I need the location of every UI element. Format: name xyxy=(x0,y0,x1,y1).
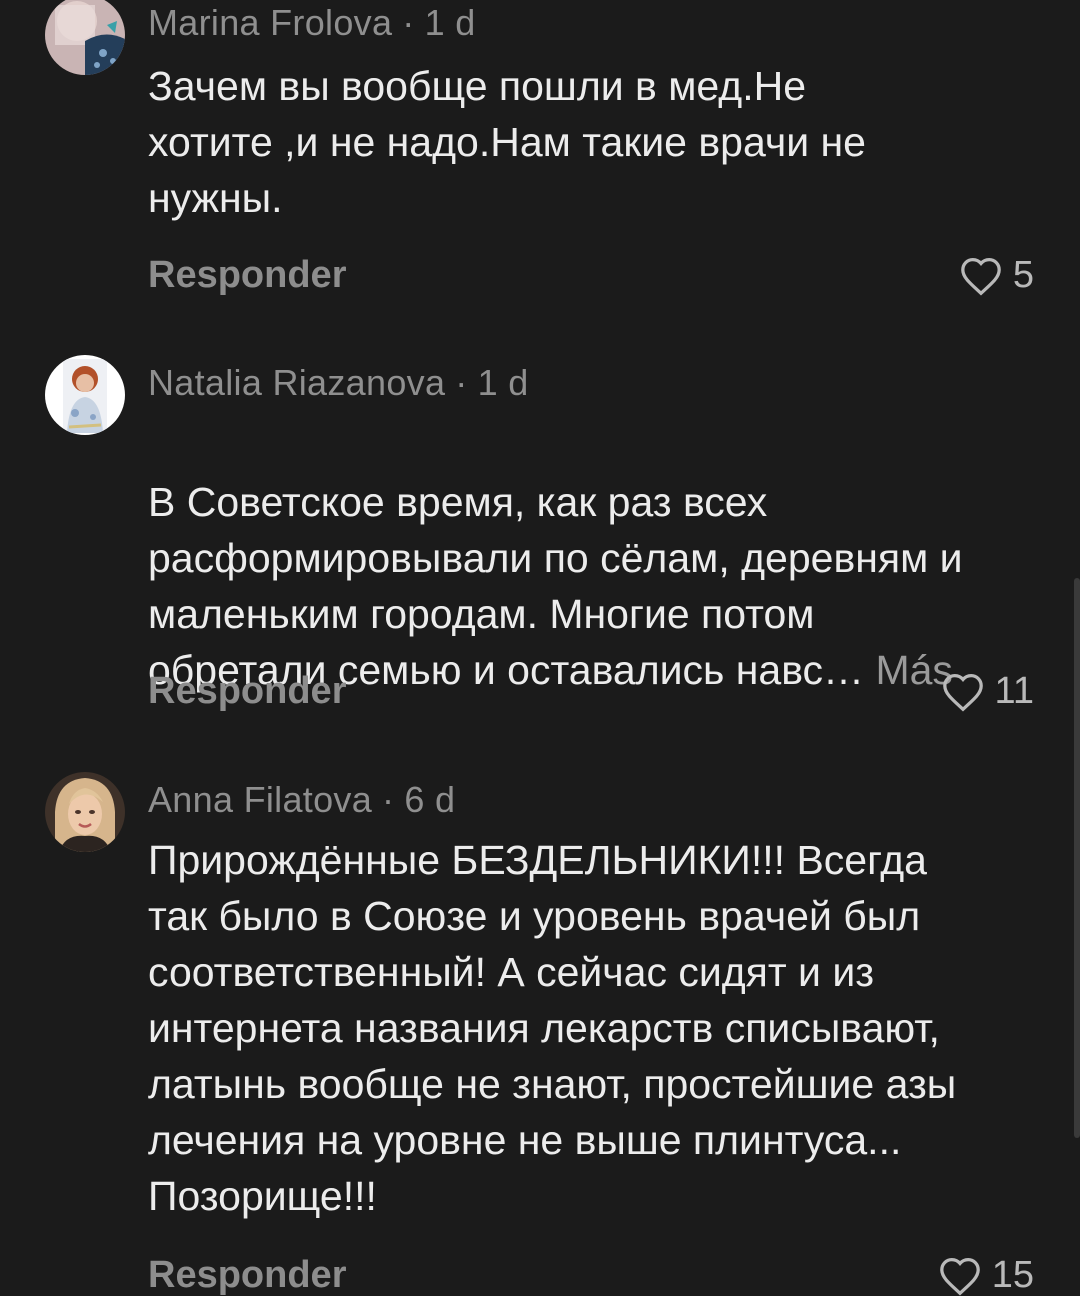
heart-icon xyxy=(942,673,983,712)
avatar-image xyxy=(45,0,125,75)
like-button[interactable]: 11 xyxy=(941,670,1034,713)
like-count: 11 xyxy=(994,670,1034,712)
comment-text: В Советское время, как раз всех расформи… xyxy=(148,479,963,693)
comment-meta: Marina Frolova · 1 d xyxy=(148,2,476,44)
meta-separator: · xyxy=(455,362,468,403)
avatar-image xyxy=(45,772,125,852)
comment-text: Прирождённые БЕЗДЕЛЬНИКИ!!! Всегда так б… xyxy=(148,837,957,1219)
comment-text: Зачем вы вообще пошли в мед.Не хотите ,и… xyxy=(148,63,866,221)
like-button[interactable]: 5 xyxy=(959,254,1034,297)
comment-age: 6 d xyxy=(404,779,456,820)
like-button[interactable]: 15 xyxy=(938,1254,1034,1296)
scrollbar[interactable] xyxy=(1074,578,1080,1138)
reply-button[interactable]: Responder xyxy=(148,254,346,297)
reply-button[interactable]: Responder xyxy=(148,1254,346,1296)
heart-icon xyxy=(961,257,1001,296)
comment-age: 1 d xyxy=(424,2,476,43)
heart-icon xyxy=(939,1257,980,1296)
avatar[interactable] xyxy=(45,0,125,75)
comment-age: 1 d xyxy=(477,362,529,403)
avatar[interactable] xyxy=(45,355,125,435)
author-name[interactable]: Anna Filatova xyxy=(148,779,372,820)
author-name[interactable]: Natalia Riazanova xyxy=(148,362,445,403)
reply-button[interactable]: Responder xyxy=(148,670,346,713)
comment-meta: Anna Filatova · 6 d xyxy=(148,779,455,821)
like-count: 5 xyxy=(1012,254,1034,296)
comment-text-wrap: В Советское время, как раз всех расформи… xyxy=(148,418,1048,698)
avatar-image xyxy=(45,355,125,435)
author-name[interactable]: Marina Frolova xyxy=(148,2,392,43)
comment-meta: Natalia Riazanova · 1 d xyxy=(148,362,529,404)
comment-thread: Marina Frolova · 1 d Зачем вы вообще пошли… xyxy=(0,0,1080,1296)
like-count: 15 xyxy=(991,1254,1034,1296)
avatar[interactable] xyxy=(45,772,125,852)
meta-separator: · xyxy=(402,2,415,43)
meta-separator: · xyxy=(382,779,395,820)
